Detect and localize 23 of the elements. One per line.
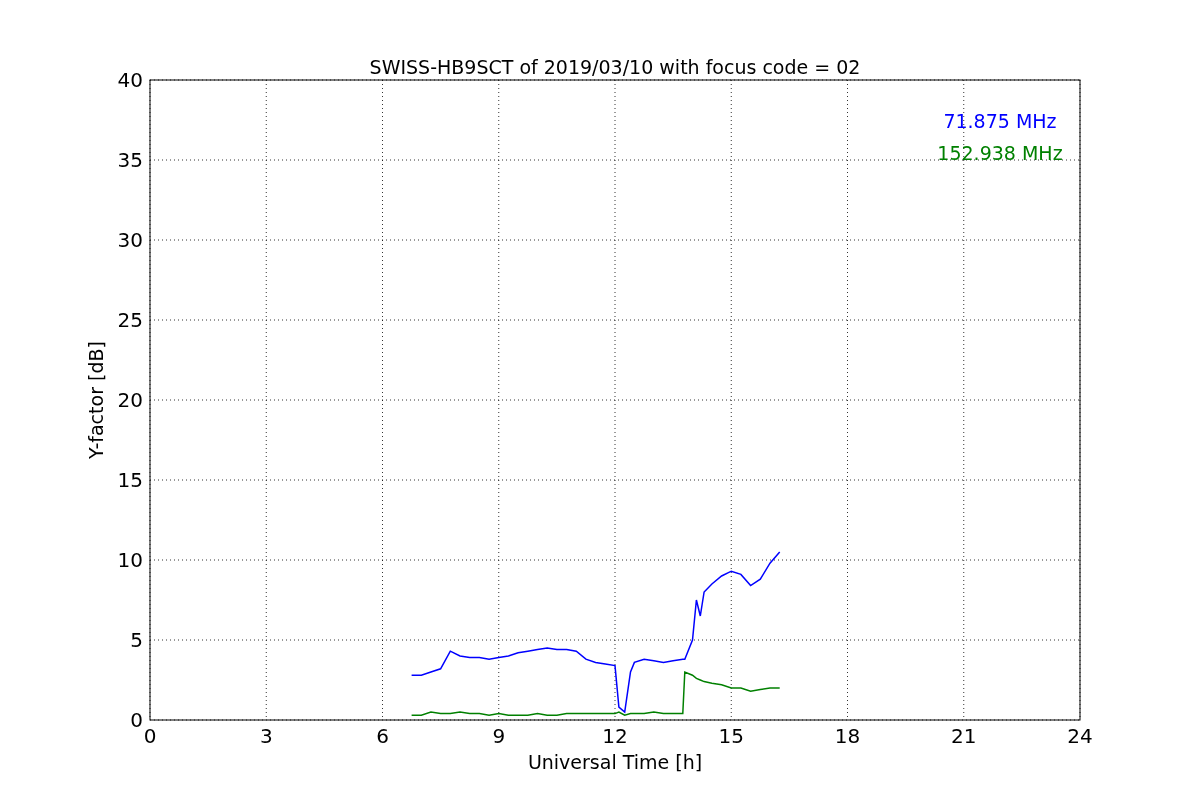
- x-tick-label: 0: [143, 724, 157, 748]
- x-tick-label: 12: [602, 724, 628, 748]
- x-tick-label: 3: [259, 724, 273, 748]
- chart-title: SWISS-HB9SCT of 2019/03/10 with focus code = 02: [369, 56, 861, 78]
- y-tick-label: 15: [117, 468, 143, 492]
- x-tick-label: 9: [492, 724, 506, 748]
- y-tick-label: 0: [130, 708, 143, 732]
- y-tick-label: 30: [117, 228, 143, 252]
- x-tick-label: 24: [1067, 724, 1093, 748]
- y-tick-label: 10: [117, 548, 143, 572]
- x-tick-label: 15: [718, 724, 744, 748]
- x-tick-label: 18: [834, 724, 861, 748]
- y-tick-label: 25: [117, 308, 143, 332]
- y-tick-label: 35: [117, 148, 143, 172]
- x-tick-label: 21: [951, 724, 977, 748]
- y-axis-label: Y-factor [dB]: [85, 341, 107, 459]
- legend-label: 71.875 MHz: [943, 110, 1057, 132]
- y-tick-label: 20: [117, 388, 143, 412]
- x-tick-label: 6: [376, 724, 389, 748]
- y-tick-label: 5: [130, 628, 143, 652]
- x-axis-label: Universal Time [h]: [527, 751, 703, 773]
- y-tick-label: 40: [117, 68, 143, 92]
- legend-label: 152.938 MHz: [937, 142, 1063, 164]
